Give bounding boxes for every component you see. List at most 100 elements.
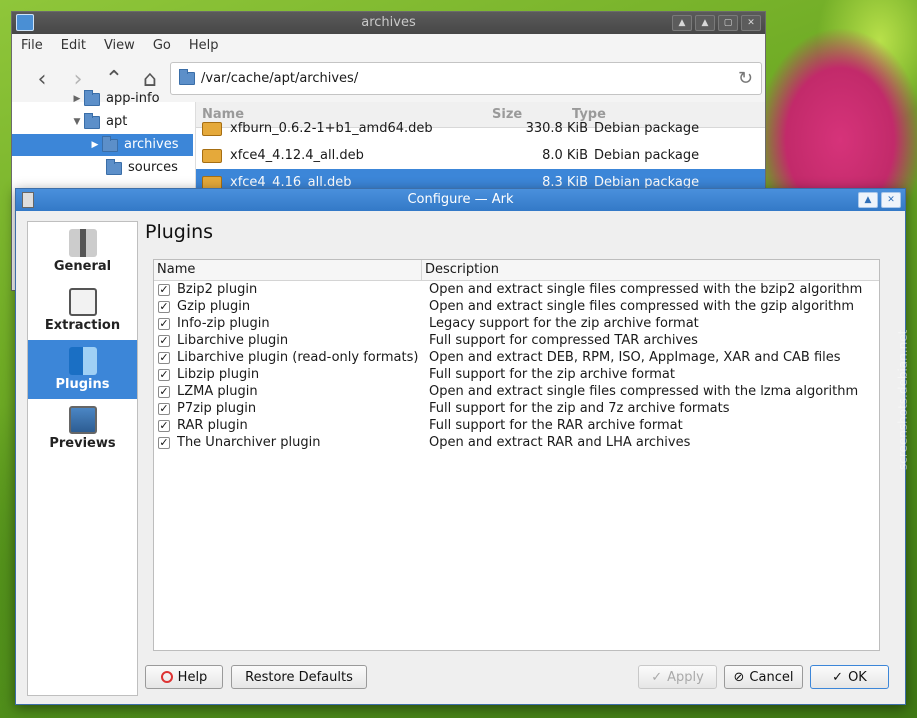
apply-button[interactable]: ✓ Apply — [638, 665, 717, 689]
cancel-button-label: Cancel — [749, 669, 794, 685]
plugin-checkbox[interactable]: ✓ — [158, 300, 170, 313]
ark-app-icon — [22, 192, 34, 208]
menu-go[interactable]: Go — [153, 38, 171, 53]
plugin-name: Libarchive plugin — [177, 333, 289, 348]
keep-above-icon[interactable]: ▲ — [672, 15, 692, 31]
expand-arrow-icon[interactable]: ▶ — [70, 88, 84, 110]
plugin-name: Libzip plugin — [177, 367, 260, 382]
maximize-icon[interactable]: ▢ — [718, 15, 738, 31]
tree-item-label: apt — [106, 114, 128, 129]
close-icon[interactable]: ✕ — [881, 192, 901, 208]
plugin-name: LZMA plugin — [177, 384, 258, 399]
ok-button-label: OK — [848, 669, 867, 685]
plugin-description: Open and extract single files compressed… — [429, 384, 859, 399]
plugin-description: Full support for the RAR archive format — [429, 418, 683, 433]
file-row[interactable]: xfce4_4.12.4_all.deb 8.0 KiB Debian pack… — [196, 142, 765, 169]
checkmark-icon: ✓ — [651, 669, 663, 685]
plugin-checkbox[interactable]: ✓ — [158, 385, 170, 398]
plugin-name: Info-zip plugin — [177, 316, 270, 331]
table-row[interactable]: ✓ Bzip2 plugin Open and extract single fil… — [154, 281, 879, 298]
extraction-icon — [68, 288, 97, 316]
plugins-icon — [68, 347, 97, 375]
location-bar[interactable]: /var/cache/apt/archives/ ↻ — [170, 62, 762, 95]
plugin-rows: ✓ Bzip2 plugin Open and extract single fil… — [154, 281, 879, 451]
plugin-name: RAR plugin — [177, 418, 248, 433]
folder-icon — [179, 69, 195, 85]
plugin-table: Name Description ✓ Bzip2 plugin Open and e… — [153, 259, 880, 651]
tree-item-apt[interactable]: ▼ apt — [70, 111, 190, 133]
column-name-header[interactable]: Name — [154, 260, 422, 280]
dialog-title: Configure — Ark — [407, 192, 514, 207]
table-row[interactable]: ✓ The Unarchiver plugin Open and extract R… — [154, 434, 879, 451]
plugin-checkbox[interactable]: ✓ — [158, 436, 170, 449]
sidebar-item-extraction[interactable]: Extraction — [28, 281, 137, 340]
file-manager-titlebar[interactable]: archives ▲ ▲ ▢ ✕ — [12, 12, 765, 34]
table-row[interactable]: ✓ RAR plugin Full support for the RAR arch… — [154, 417, 879, 434]
plugin-checkbox[interactable]: ✓ — [158, 317, 170, 330]
plugin-checkbox[interactable]: ✓ — [158, 351, 170, 364]
plugin-name: Libarchive plugin (read-only formats) — [177, 350, 419, 365]
plugin-checkbox[interactable]: ✓ — [158, 283, 170, 296]
plugin-description: Full support for compressed TAR archives — [429, 333, 698, 348]
collapse-arrow-icon[interactable]: ▼ — [70, 111, 84, 133]
keep-above-icon[interactable]: ▲ — [858, 192, 878, 208]
plugin-checkbox[interactable]: ✓ — [158, 402, 170, 415]
reload-icon[interactable]: ↻ — [738, 68, 753, 89]
plugin-description: Full support for the zip archive format — [429, 367, 675, 382]
plugin-name: P7zip plugin — [177, 401, 257, 416]
folder-icon — [84, 89, 100, 106]
sidebar-item-label: Extraction — [44, 318, 121, 333]
package-icon — [202, 148, 222, 163]
tree-item-label: app-info — [106, 91, 160, 106]
table-row[interactable]: ✓ Gzip plugin Open and extract single file… — [154, 298, 879, 315]
package-icon — [202, 121, 222, 136]
sidebar-item-general[interactable]: General — [28, 222, 137, 281]
menubar: File Edit View Go Help — [12, 34, 765, 56]
plugin-checkbox[interactable]: ✓ — [158, 368, 170, 381]
plugin-description: Open and extract DEB, RPM, ISO, AppImage… — [429, 350, 841, 365]
configure-dialog: Configure — Ark ▲ ✕ General Extraction P… — [15, 188, 906, 705]
shade-icon[interactable]: ▲ — [695, 15, 715, 31]
tree-item-sources[interactable]: sources — [106, 157, 192, 179]
plugin-checkbox[interactable]: ✓ — [158, 419, 170, 432]
help-button-label: Help — [177, 669, 208, 685]
plugin-description: Open and extract single files compressed… — [429, 299, 855, 314]
table-row[interactable]: ✓ Libzip plugin Full support for the zip a… — [154, 366, 879, 383]
sidebar-item-label: Previews — [49, 436, 116, 451]
file-size: 330.8 KiB — [525, 121, 588, 136]
plugin-checkbox[interactable]: ✓ — [158, 334, 170, 347]
tree-item-archives[interactable]: ▶ archives — [12, 134, 193, 156]
cancel-button[interactable]: ⊘ Cancel — [724, 665, 803, 689]
file-row[interactable]: xfburn_0.6.2-1+b1_amd64.deb 330.8 KiB De… — [196, 115, 765, 142]
menu-file[interactable]: File — [21, 38, 43, 53]
sidebar-item-plugins[interactable]: Plugins — [28, 340, 137, 399]
sidebar-item-previews[interactable]: Previews — [28, 399, 137, 458]
menu-view[interactable]: View — [104, 38, 135, 53]
folder-app-icon — [16, 14, 34, 31]
tree-item-label: sources — [128, 160, 178, 175]
table-row[interactable]: ✓ P7zip plugin Full support for the zip an… — [154, 400, 879, 417]
table-row[interactable]: ✓ Info-zip plugin Legacy support for the z… — [154, 315, 879, 332]
checkmark-icon: ✓ — [832, 669, 844, 685]
dialog-titlebar[interactable]: Configure — Ark ▲ ✕ — [16, 189, 905, 211]
close-icon[interactable]: ✕ — [741, 15, 761, 31]
apply-button-label: Apply — [667, 669, 704, 685]
expand-arrow-icon[interactable]: ▶ — [88, 134, 102, 156]
restore-defaults-button[interactable]: Restore Defaults — [231, 665, 367, 689]
column-description-header[interactable]: Description — [422, 260, 499, 280]
table-row[interactable]: ✓ Libarchive plugin Full support for compr… — [154, 332, 879, 349]
help-icon — [160, 671, 173, 683]
folder-icon — [84, 112, 100, 129]
tree-item-app-info[interactable]: ▶ app-info — [70, 88, 190, 110]
help-button[interactable]: Help — [145, 665, 223, 689]
tree-item-label: archives — [124, 137, 179, 152]
ok-button[interactable]: ✓ OK — [810, 665, 889, 689]
table-row[interactable]: ✓ Libarchive plugin (read-only formats) Op… — [154, 349, 879, 366]
cancel-icon: ⊘ — [733, 669, 745, 685]
back-arrow-icon[interactable]: ‹ — [24, 67, 60, 92]
menu-edit[interactable]: Edit — [61, 38, 86, 53]
plugin-description: Open and extract RAR and LHA archives — [429, 435, 691, 450]
table-row[interactable]: ✓ LZMA plugin Open and extract single file… — [154, 383, 879, 400]
location-path: /var/cache/apt/archives/ — [201, 71, 359, 86]
menu-help[interactable]: Help — [189, 38, 219, 53]
